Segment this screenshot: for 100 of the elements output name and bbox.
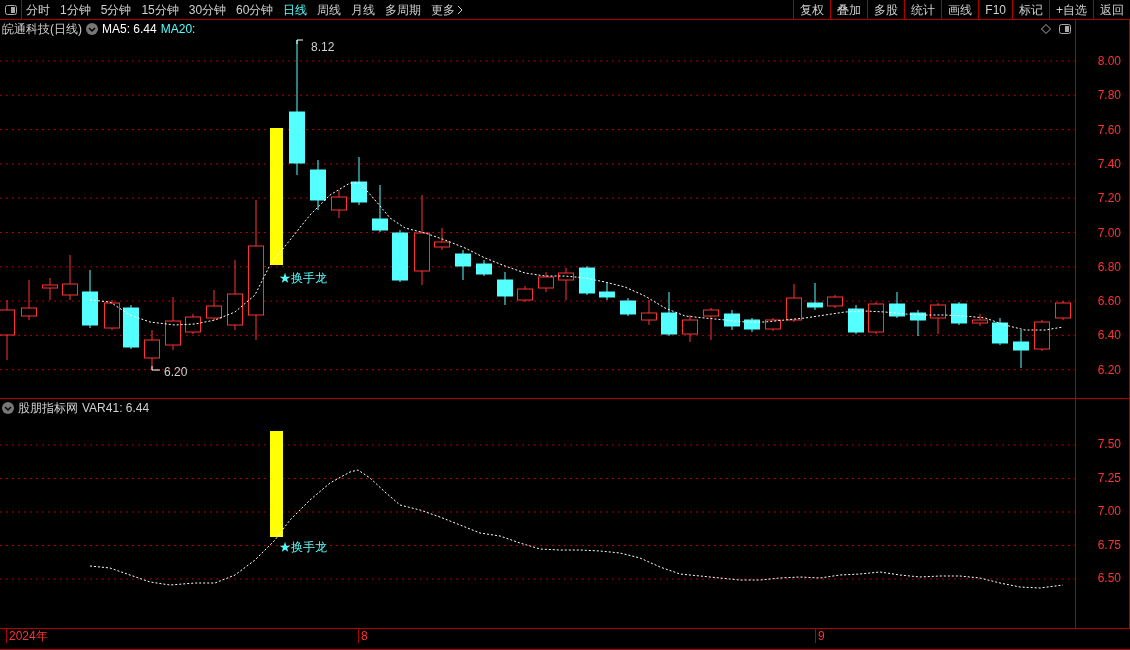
period-tab[interactable]: 日线 [283,0,308,19]
axis-label: 7.00 [1097,225,1121,240]
candlestick [104,299,120,331]
ma5-value: MA5: 6.44 [102,22,157,36]
candlestick [185,313,201,335]
toolbar-button[interactable]: F10 [978,0,1012,19]
candlestick [951,301,967,326]
time-axis-label: 9 [815,629,825,643]
candlestick [868,301,884,335]
candlestick [1013,329,1029,369]
candlestick [910,309,926,337]
candlestick [331,189,347,219]
candlestick [123,304,139,350]
period-tab[interactable]: 60分钟 [236,0,274,19]
panel-toggle-icon[interactable] [4,4,17,15]
panel-toggle-icon[interactable] [1059,24,1071,34]
axis-label: 7.25 [1097,470,1121,485]
axis-label: 7.80 [1097,88,1121,103]
axis-label: 7.00 [1097,504,1121,518]
toolbar-button[interactable]: 统计 [904,0,942,19]
candlestick [227,259,243,331]
low-price-label: 6.20 [164,364,188,381]
axis-label: 6.75 [1097,537,1121,552]
candlestick [972,313,988,327]
axis-label: 7.60 [1097,122,1121,137]
indicator-name: 股朋指标网 [18,401,78,415]
time-axis-label: 8 [358,629,368,643]
leader-line [151,365,161,371]
candlestick [661,291,677,337]
diamond-icon[interactable] [1041,24,1051,34]
candlestick [82,269,98,329]
time-axis-label: 2024年 [6,629,48,643]
signal-label: ★换手龙 [279,270,327,287]
candlestick [497,271,513,306]
candlestick [558,267,574,301]
candlestick [930,302,946,335]
period-tab[interactable]: 5分钟 [100,0,132,19]
axis-label: 6.60 [1097,294,1121,309]
axis-label: 6.80 [1097,259,1121,274]
candlestick [1034,319,1050,352]
candlestick [42,277,58,301]
toolbar-button[interactable]: 复权 [793,0,831,19]
candlestick [206,289,222,321]
candlestick [744,317,760,333]
candlestick [517,285,533,303]
candlestick [392,229,408,283]
period-tab[interactable]: 30分钟 [188,0,227,19]
candlestick [682,314,698,343]
candlestick [786,283,802,323]
period-tab[interactable]: 多周期 [385,0,422,19]
ma20-label: MA20: [160,22,196,36]
candlestick [434,227,450,251]
toolbar-button[interactable]: +自选 [1049,0,1093,19]
candlestick [992,317,1008,346]
candlestick [620,297,636,317]
candlestick [310,159,326,211]
indicator-value: VAR41: 6.44 [82,401,150,415]
candlestick [579,265,595,296]
candlestick [765,317,781,332]
axis-label: 7.20 [1097,191,1121,206]
toolbar-button[interactable]: 返回 [1093,0,1130,19]
candlestick [372,184,388,233]
chevron-right-icon [457,4,464,15]
candlestick [62,254,78,301]
toolbar-button[interactable]: 叠加 [830,0,868,19]
signal-label: ★换手龙 [279,539,327,556]
toolbar-button[interactable]: 多股 [867,0,905,19]
candlestick [889,291,905,319]
candlestick [641,299,657,326]
candlestick [538,271,554,293]
period-tab[interactable]: 周线 [317,0,342,19]
candlestick [1055,300,1071,321]
axis-label: 6.20 [1097,362,1121,377]
candlestick [165,296,181,351]
candlestick [351,156,367,206]
period-tab[interactable]: 1分钟 [60,0,91,19]
high-price-label: 8.12 [311,39,335,56]
candlestick [599,282,615,301]
candlestick [724,309,740,331]
candlestick [807,282,823,311]
axis-label: 7.40 [1097,156,1121,171]
period-tab[interactable]: 更多 [431,0,464,19]
stock-title: 皖通科技(日线) [2,22,82,36]
candlestick [21,279,37,321]
period-tab[interactable]: 分时 [26,0,50,19]
toolbar-button[interactable]: 画线 [941,0,979,19]
toolbar-button[interactable]: 标记 [1012,0,1049,19]
leader-line [296,39,304,45]
axis-label: 7.50 [1097,437,1121,451]
candlestick [827,294,843,309]
candlestick [848,304,864,335]
candlestick [703,307,719,341]
candlestick [476,259,492,277]
candlestick [455,249,471,281]
dropdown-icon[interactable] [2,402,14,414]
period-tab[interactable]: 月线 [351,0,376,19]
axis-label: 6.50 [1097,571,1121,585]
axis-label: 6.40 [1097,328,1121,343]
period-tab[interactable]: 15分钟 [141,0,179,19]
dropdown-icon[interactable] [86,23,98,35]
